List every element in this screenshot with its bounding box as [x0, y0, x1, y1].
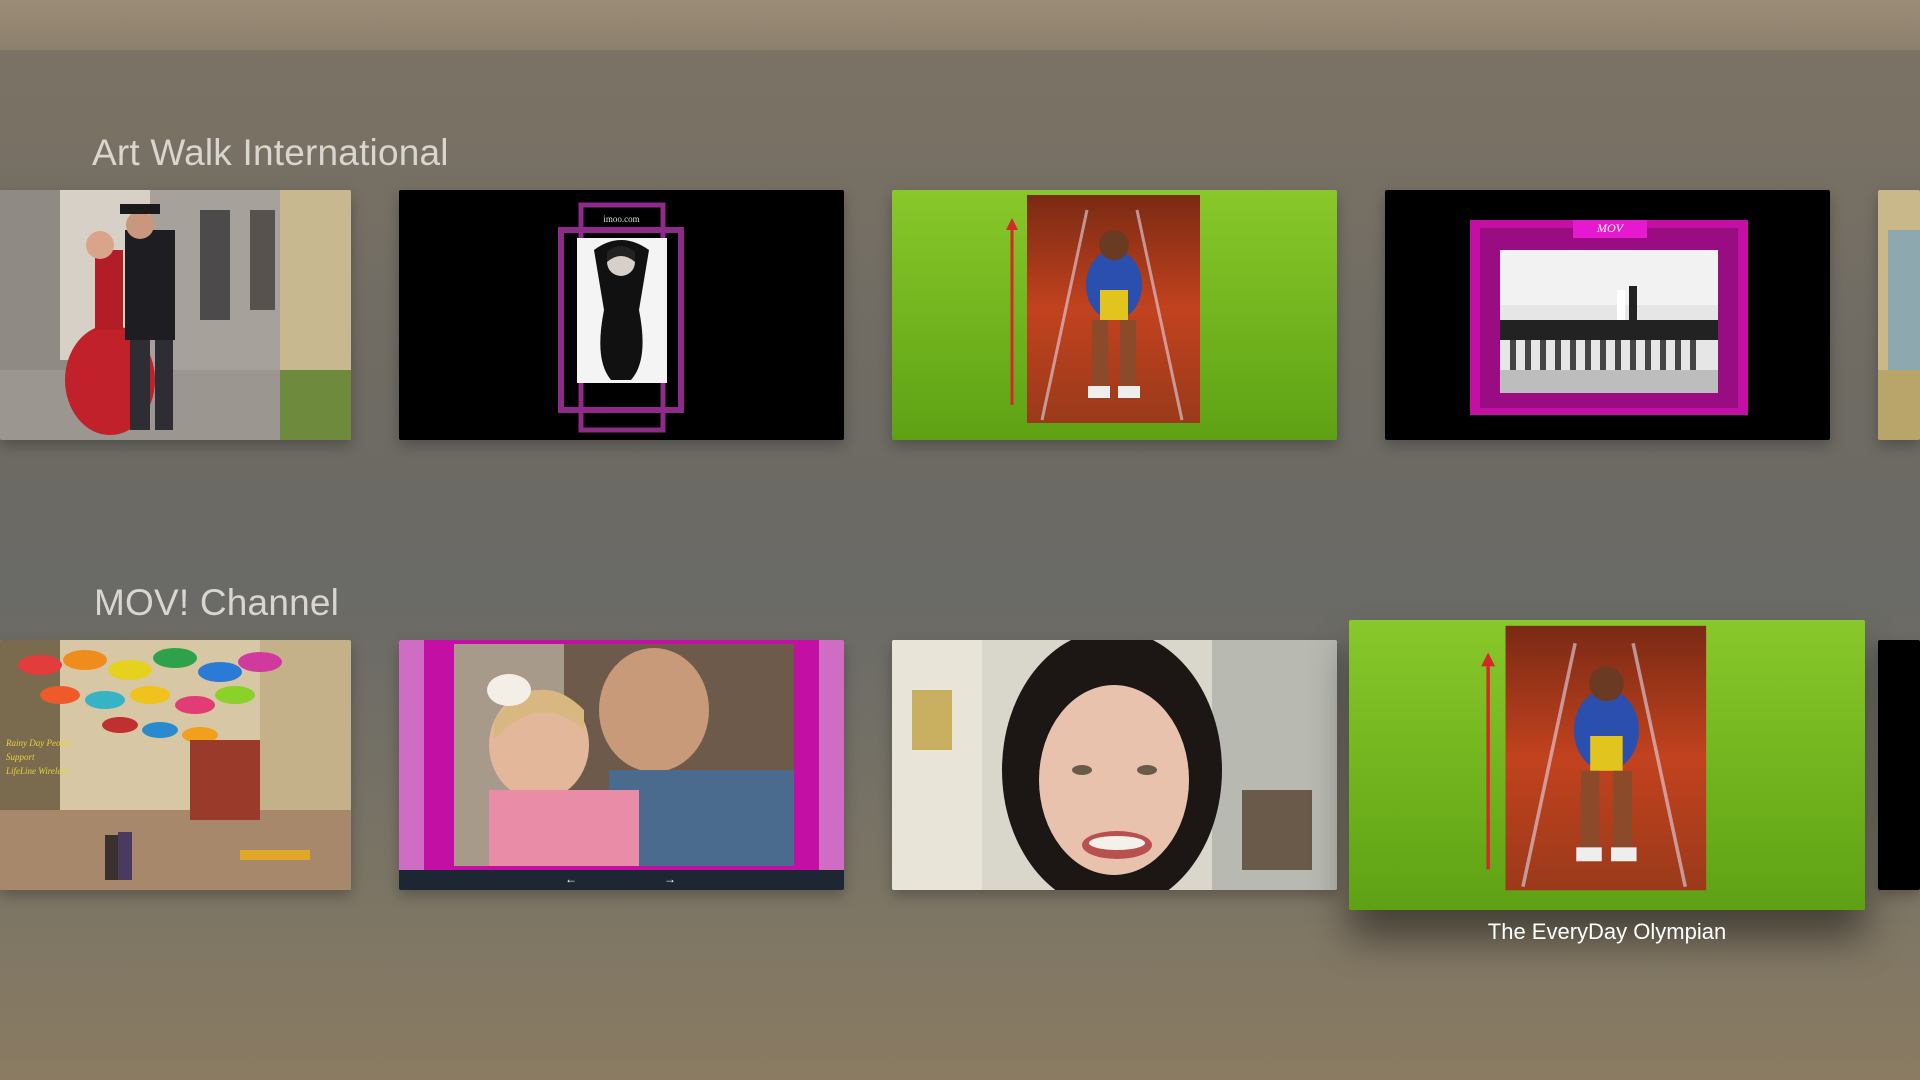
wedding-overlay-text: MOV [1597, 221, 1623, 235]
overlay-line-2: Support [6, 752, 35, 762]
overlay-line-1: Rainy Day People [6, 738, 72, 748]
imoo-fashion-image [399, 190, 844, 440]
painting-partial-image [1878, 190, 1920, 440]
row-title-art-walk: Art Walk International [92, 132, 449, 173]
tile-smiling-woman[interactable] [892, 640, 1337, 890]
tile-black-partial[interactable] [1878, 640, 1920, 890]
focused-tile-caption: The EveryDay Olympian [1487, 919, 1727, 944]
father-daughter-image [399, 640, 844, 890]
everyday-olympian-image [1349, 620, 1865, 910]
smiling-woman-image [892, 640, 1337, 890]
row-title-mov-channel: MOV! Channel [94, 582, 340, 623]
tile-tango-dancers[interactable] [0, 190, 351, 440]
tile-wedding-bw[interactable]: MOV [1385, 190, 1830, 440]
tile-painting-partial[interactable] [1878, 190, 1920, 440]
tile-umbrella-street[interactable]: Rainy Day People Support LifeLine Wirele… [0, 640, 351, 890]
umbrella-overlay-text: Rainy Day People Support LifeLine Wirele… [6, 736, 71, 778]
imoo-overlay-text: imoo.com [603, 214, 640, 224]
tango-dancers-image [0, 190, 351, 440]
arrow-left-icon[interactable]: ← [565, 872, 577, 886]
tile-father-daughter[interactable]: ← → [399, 640, 844, 890]
tile-imoo-fashion[interactable]: imoo.com [399, 190, 844, 440]
tile-everyday-olympian[interactable] [1349, 620, 1865, 910]
overlay-line-3: LifeLine Wireless [6, 766, 69, 776]
top-bar [0, 0, 1920, 50]
arrow-right-icon[interactable]: → [664, 872, 676, 886]
tile-sprinter-green[interactable] [892, 190, 1337, 440]
sprinter-green-image [892, 190, 1337, 440]
player-controls: ← → [399, 870, 844, 890]
